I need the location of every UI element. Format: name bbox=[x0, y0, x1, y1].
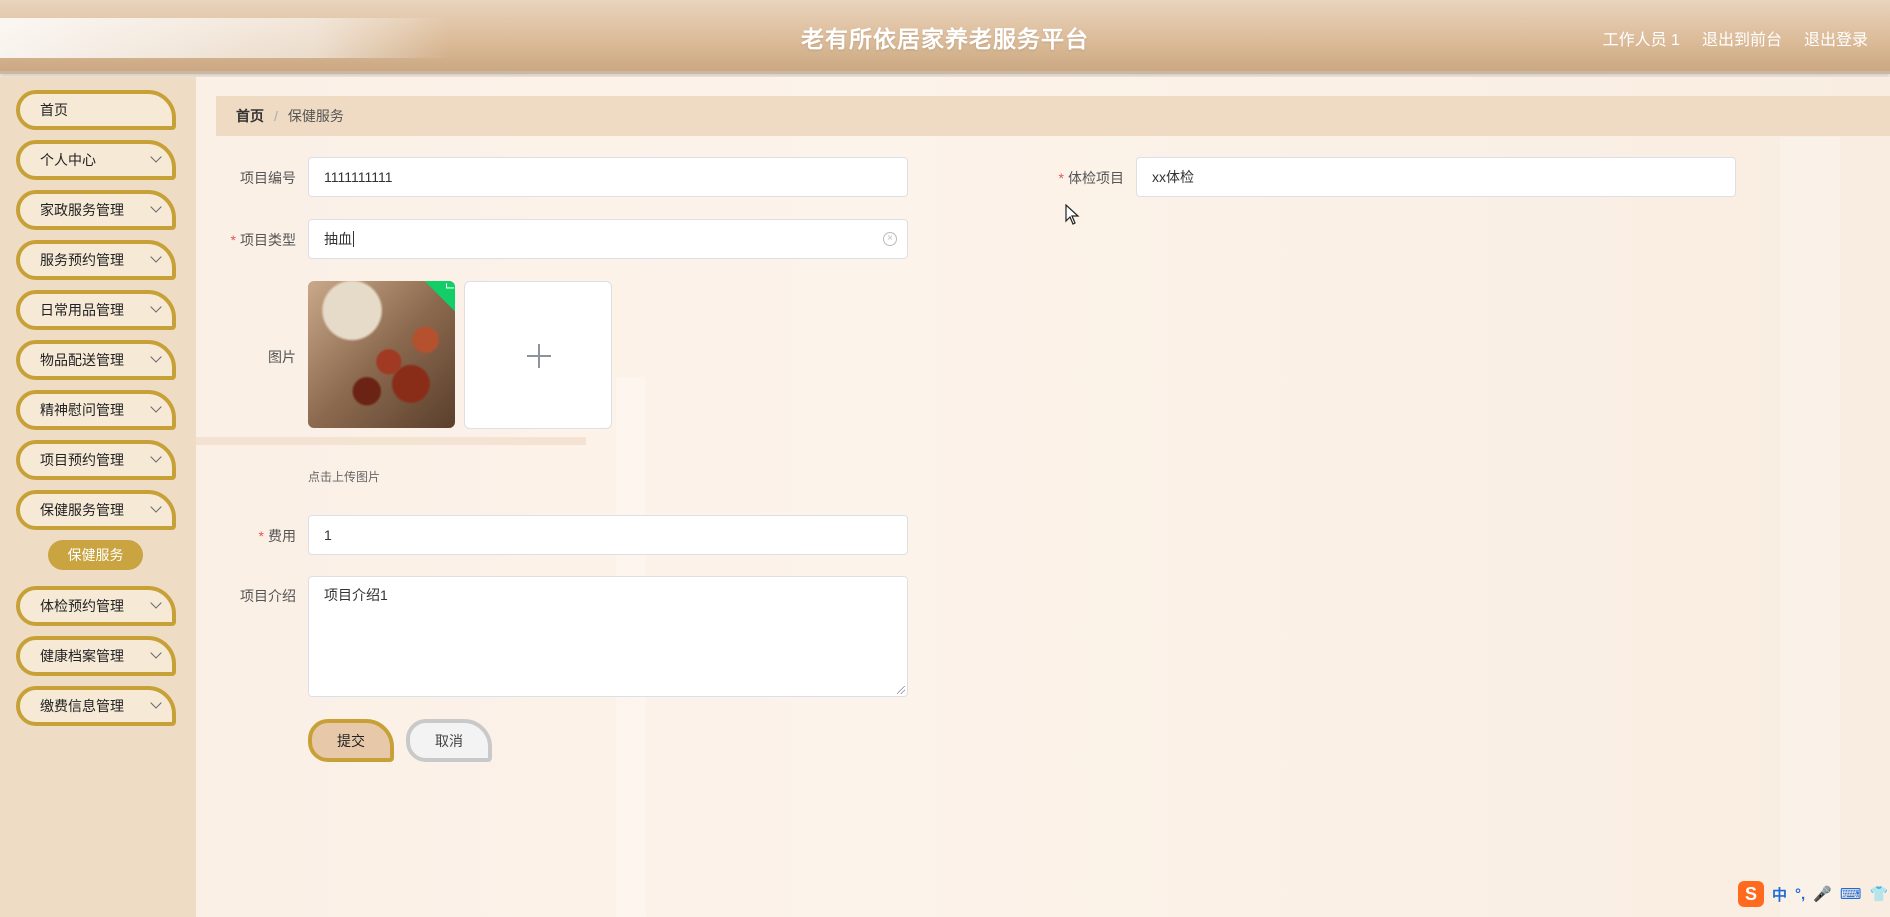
sidebar-item-label: 健康档案管理 bbox=[40, 648, 124, 664]
sidebar-item-payments[interactable]: 缴费信息管理 bbox=[16, 686, 176, 726]
exam-input[interactable]: xx体检 bbox=[1136, 157, 1736, 197]
exam-value: xx体检 bbox=[1152, 169, 1194, 185]
chevron-down-icon bbox=[150, 647, 162, 659]
sidebar-item-delivery[interactable]: 物品配送管理 bbox=[16, 340, 176, 380]
image-label-text: 图片 bbox=[268, 349, 296, 365]
sidebar-item-label: 个人中心 bbox=[40, 152, 96, 168]
sidebar-item-health-records[interactable]: 健康档案管理 bbox=[16, 636, 176, 676]
chevron-down-icon bbox=[150, 251, 162, 263]
ime-logo-icon[interactable]: S bbox=[1738, 881, 1764, 907]
sidebar-item-housekeeping[interactable]: 家政服务管理 bbox=[16, 190, 176, 230]
background-decoration bbox=[1780, 137, 1840, 917]
sidebar-item-checkup-booking[interactable]: 体检预约管理 bbox=[16, 586, 176, 626]
breadcrumb-separator: / bbox=[274, 108, 278, 124]
top-header: 老有所依居家养老服务平台 工作人员 1 退出到前台 退出登录 bbox=[0, 0, 1890, 74]
text-caret bbox=[353, 231, 354, 247]
sidebar-item-daily-goods[interactable]: 日常用品管理 bbox=[16, 290, 176, 330]
type-value: 抽血 bbox=[324, 231, 352, 247]
chevron-down-icon bbox=[150, 351, 162, 363]
sidebar-item-project-booking[interactable]: 项目预约管理 bbox=[16, 440, 176, 480]
sidebar-item-label: 服务预约管理 bbox=[40, 252, 124, 268]
chevron-down-icon bbox=[150, 201, 162, 213]
chevron-down-icon bbox=[150, 597, 162, 609]
chevron-down-icon bbox=[150, 151, 162, 163]
sidebar-item-label: 项目预约管理 bbox=[40, 452, 124, 468]
sidebar-item-label: 物品配送管理 bbox=[40, 352, 124, 368]
sidebar-item-label: 日常用品管理 bbox=[40, 302, 124, 318]
sidebar-item-label: 缴费信息管理 bbox=[40, 698, 124, 714]
sidebar-item-health-service[interactable]: 保健服务管理 bbox=[16, 490, 176, 530]
ime-mode[interactable]: 中 bbox=[1772, 884, 1787, 905]
upload-success-badge bbox=[423, 281, 455, 313]
breadcrumb-home[interactable]: 首页 bbox=[236, 106, 264, 126]
check-icon bbox=[446, 283, 455, 289]
chevron-down-icon bbox=[150, 697, 162, 709]
logout-link[interactable]: 退出登录 bbox=[1804, 26, 1868, 50]
cancel-button[interactable]: 取消 bbox=[406, 719, 492, 762]
breadcrumb: 首页 / 保健服务 bbox=[216, 96, 1890, 136]
current-user[interactable]: 工作人员 1 bbox=[1603, 26, 1680, 50]
ime-toolbar: S 中 °, 🎤 ⌨ 👕 bbox=[1734, 880, 1890, 908]
sidebar-item-label: 首页 bbox=[40, 102, 68, 118]
sidebar-item-label: 家政服务管理 bbox=[40, 202, 124, 218]
image-label: 图片 bbox=[210, 347, 296, 367]
shirt-icon[interactable]: 👕 bbox=[1870, 885, 1889, 903]
image-upload-button[interactable] bbox=[464, 281, 612, 429]
exit-to-front-link[interactable]: 退出到前台 bbox=[1702, 26, 1782, 50]
code-input[interactable]: 1111111111 bbox=[308, 157, 908, 197]
sidebar-subitem-health-service[interactable]: 保健服务 bbox=[48, 540, 143, 570]
fee-label: * 费用 bbox=[210, 526, 296, 546]
type-label-text: 项目类型 bbox=[240, 232, 296, 248]
microphone-icon[interactable]: 🎤 bbox=[1813, 885, 1832, 903]
ime-punctuation[interactable]: °, bbox=[1795, 886, 1805, 903]
upload-hint: 点击上传图片 bbox=[308, 470, 381, 484]
sidebar-item-label: 体检预约管理 bbox=[40, 598, 124, 614]
required-mark: * bbox=[230, 232, 236, 248]
sidebar-item-label: 精神慰问管理 bbox=[40, 402, 124, 418]
fee-value: 1 bbox=[324, 527, 332, 543]
type-label: * 项目类型 bbox=[210, 230, 296, 250]
breadcrumb-current: 保健服务 bbox=[287, 108, 344, 124]
exam-label: * 体检项目 bbox=[1030, 168, 1124, 188]
code-label-text: 项目编号 bbox=[240, 170, 296, 186]
plus-icon bbox=[538, 344, 540, 368]
sidebar-item-profile[interactable]: 个人中心 bbox=[16, 140, 176, 180]
submit-button[interactable]: 提交 bbox=[308, 719, 394, 762]
background-decoration bbox=[196, 437, 586, 445]
exam-label-text: 体检项目 bbox=[1068, 170, 1124, 186]
resize-handle[interactable] bbox=[897, 686, 905, 694]
intro-value: 项目介绍1 bbox=[324, 587, 388, 603]
code-value: 1111111111 bbox=[324, 169, 393, 185]
sidebar-item-service-booking[interactable]: 服务预约管理 bbox=[16, 240, 176, 280]
code-label: 项目编号 bbox=[210, 168, 296, 188]
keyboard-icon[interactable]: ⌨ bbox=[1840, 885, 1862, 903]
required-mark: * bbox=[1058, 170, 1064, 186]
main-content: 首页 / 保健服务 bbox=[196, 77, 1890, 917]
intro-label-text: 项目介绍 bbox=[240, 588, 296, 604]
sidebar-item-spiritual-care[interactable]: 精神慰问管理 bbox=[16, 390, 176, 430]
sidebar-item-label: 保健服务管理 bbox=[40, 502, 124, 518]
chevron-down-icon bbox=[150, 501, 162, 513]
fee-label-text: 费用 bbox=[268, 528, 296, 544]
required-mark: * bbox=[258, 528, 264, 544]
chevron-down-icon bbox=[150, 401, 162, 413]
type-input[interactable]: 抽血 × bbox=[308, 219, 908, 259]
header-links: 工作人员 1 退出到前台 退出登录 bbox=[1603, 26, 1868, 50]
chevron-down-icon bbox=[150, 301, 162, 313]
intro-textarea[interactable]: 项目介绍1 bbox=[308, 576, 908, 697]
intro-label: 项目介绍 bbox=[210, 586, 296, 606]
sidebar-item-home[interactable]: 首页 bbox=[16, 90, 176, 130]
chevron-down-icon bbox=[150, 451, 162, 463]
uploaded-image-thumbnail[interactable] bbox=[308, 281, 455, 428]
fee-input[interactable]: 1 bbox=[308, 515, 908, 555]
clear-icon[interactable]: × bbox=[883, 232, 897, 246]
